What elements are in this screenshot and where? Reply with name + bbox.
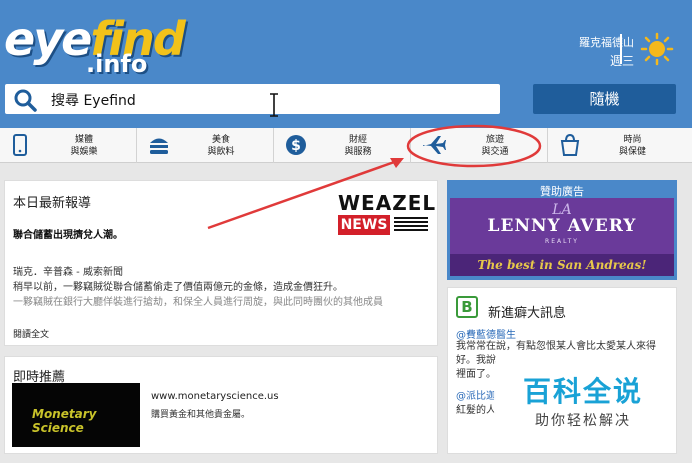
svg-text:$: $ <box>291 138 301 154</box>
logo-stripes <box>394 217 428 233</box>
search-icon <box>14 89 37 112</box>
ad-banner[interactable]: LA LENNY AVERY REALTY The best in San An… <box>450 198 674 276</box>
category-bar: 媒體與娛樂 美食與飲料 $ 財經與服務 旅遊與交通 時尚與保健 <box>0 128 692 163</box>
airplane-icon <box>423 136 446 154</box>
category-media[interactable]: 媒體 與娛樂 <box>0 128 137 163</box>
category-label: 與交通 <box>481 147 509 157</box>
news-body-line: 一夥竊賊在銀行大廳佯裝進行搶劫，和保全人員進行周旋，與此同時團伙的其他成員 <box>13 297 383 308</box>
ad-subtitle: REALTY <box>545 238 579 245</box>
watermark-title: 百科全说 <box>522 375 643 408</box>
logo-text: WEAZEL <box>338 191 437 215</box>
category-label: 財經 <box>348 135 367 145</box>
ad-label: 贊助廣告 <box>540 185 584 198</box>
category-label: 時尚 <box>623 135 642 145</box>
shopping-bag-icon <box>560 133 580 156</box>
thumbnail-text: Monetary Science <box>32 407 97 435</box>
ad-name: LENNY AVERY <box>487 216 637 236</box>
promo-description: 購買黃金和其他貴金屬。 <box>151 410 251 420</box>
category-label: 與飲料 <box>207 147 235 157</box>
news-title: 本日最新報導 <box>13 196 92 211</box>
news-byline: 瑞克．辛普森 - 威索新聞 <box>13 267 123 278</box>
search-label: 搜尋 Eyefind <box>51 93 136 109</box>
category-label: 媒體 <box>74 135 93 145</box>
category-label: 與保健 <box>618 147 646 157</box>
weazel-news-logo[interactable]: WEAZEL NEWS <box>330 189 437 241</box>
location-weather: 羅克福德山 週三 <box>579 34 634 70</box>
news-body-line: 稍早以前，一夥竊賊從聯合儲蓄偷走了價值兩億元的金條，造成金價狂升。 <box>13 282 343 293</box>
category-label: 旅遊 <box>485 135 504 145</box>
category-label: 與服務 <box>344 147 372 157</box>
sponsored-ad[interactable]: 贊助廣告 LA LENNY AVERY REALTY The best in S… <box>447 180 677 280</box>
promo-url[interactable]: www.monetaryscience.us <box>151 391 279 402</box>
phone-icon <box>13 134 27 156</box>
sun-icon <box>640 32 674 66</box>
header-divider <box>620 34 622 64</box>
bleeter-icon: B <box>456 296 478 318</box>
category-label: 與娛樂 <box>70 147 98 157</box>
burger-icon <box>150 138 168 154</box>
category-food[interactable]: 美食 與飲料 <box>137 128 274 163</box>
news-card: 本日最新報導 聯合儲蓄出現擠兌人潮。 瑞克．辛普森 - 威索新聞 稍早以前，一夥… <box>4 180 438 346</box>
ad-tagline: The best in San Andreas! <box>450 254 674 276</box>
bleeter-username[interactable]: @費藍德醫生 <box>456 326 516 341</box>
watermark-subtitle: 助你轻松解决 <box>535 413 631 429</box>
header-bar: eyefind .info 羅克福德山 週三 搜尋 Eyefind 隨機 <box>0 0 692 128</box>
bleeter-post: 紅髮的人 <box>456 405 496 416</box>
logo-text: NEWS <box>338 215 390 235</box>
random-button[interactable]: 隨機 <box>533 84 676 114</box>
read-more-link[interactable]: 閱讀全文 <box>13 327 49 340</box>
category-label: 美食 <box>211 135 230 145</box>
category-fashion[interactable]: 時尚 與保健 <box>548 128 685 163</box>
bleeter-username[interactable]: @派比迦 <box>456 387 496 402</box>
search-bar[interactable]: 搜尋 Eyefind <box>5 84 500 114</box>
category-finance[interactable]: $ 財經與服務 <box>274 128 411 163</box>
eyefind-logo[interactable]: eyefind .info <box>4 12 186 78</box>
watermark: 百科全说 助你轻松解决 <box>494 362 672 438</box>
bleeter-title: 新進癖大訊息 <box>488 306 567 321</box>
text-cursor-icon <box>270 93 278 117</box>
promo-card: 即時推薦 Monetary Science www.monetaryscienc… <box>4 356 438 454</box>
promo-thumbnail[interactable]: Monetary Science <box>12 383 140 447</box>
category-travel[interactable]: 旅遊 與交通 <box>411 128 548 163</box>
news-headline[interactable]: 聯合儲蓄出現擠兌人潮。 <box>13 226 123 241</box>
location-name: 羅克福德山 <box>579 36 634 49</box>
logo-domain: .info <box>86 50 148 78</box>
weekday: 週三 <box>579 52 634 70</box>
dollar-icon: $ <box>286 135 306 155</box>
